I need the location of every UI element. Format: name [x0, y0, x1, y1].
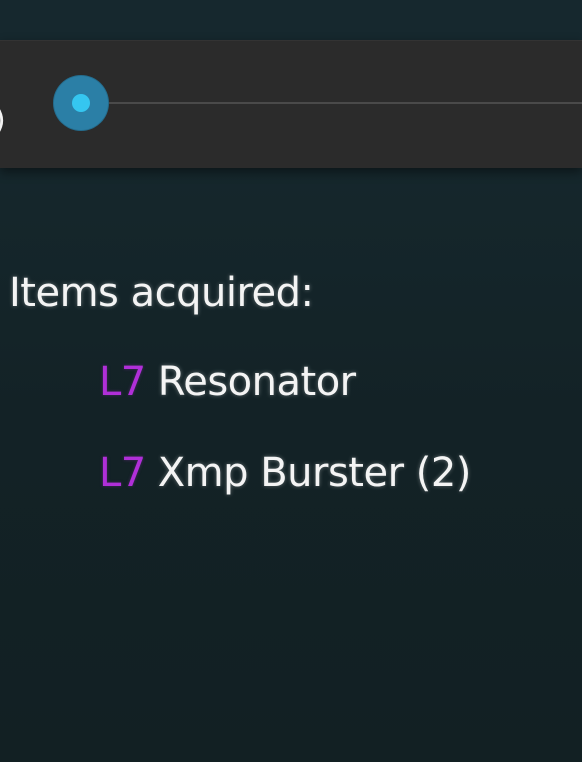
acquired-item: L7 Resonator [99, 356, 356, 408]
slider-track[interactable] [82, 102, 582, 104]
slider-thumb-dot [72, 94, 90, 112]
item-level: L7 [99, 450, 146, 496]
slider-thumb[interactable] [53, 75, 109, 131]
item-level: L7 [99, 359, 146, 405]
item-name: Xmp Burster (2) [157, 450, 472, 496]
slider-label-clipped: ) [0, 106, 6, 136]
top-background-strip [0, 0, 582, 40]
acquired-item: L7 Xmp Burster (2) [99, 447, 471, 499]
items-acquired-heading: Items acquired: [9, 270, 314, 316]
item-name: Resonator [157, 359, 356, 405]
